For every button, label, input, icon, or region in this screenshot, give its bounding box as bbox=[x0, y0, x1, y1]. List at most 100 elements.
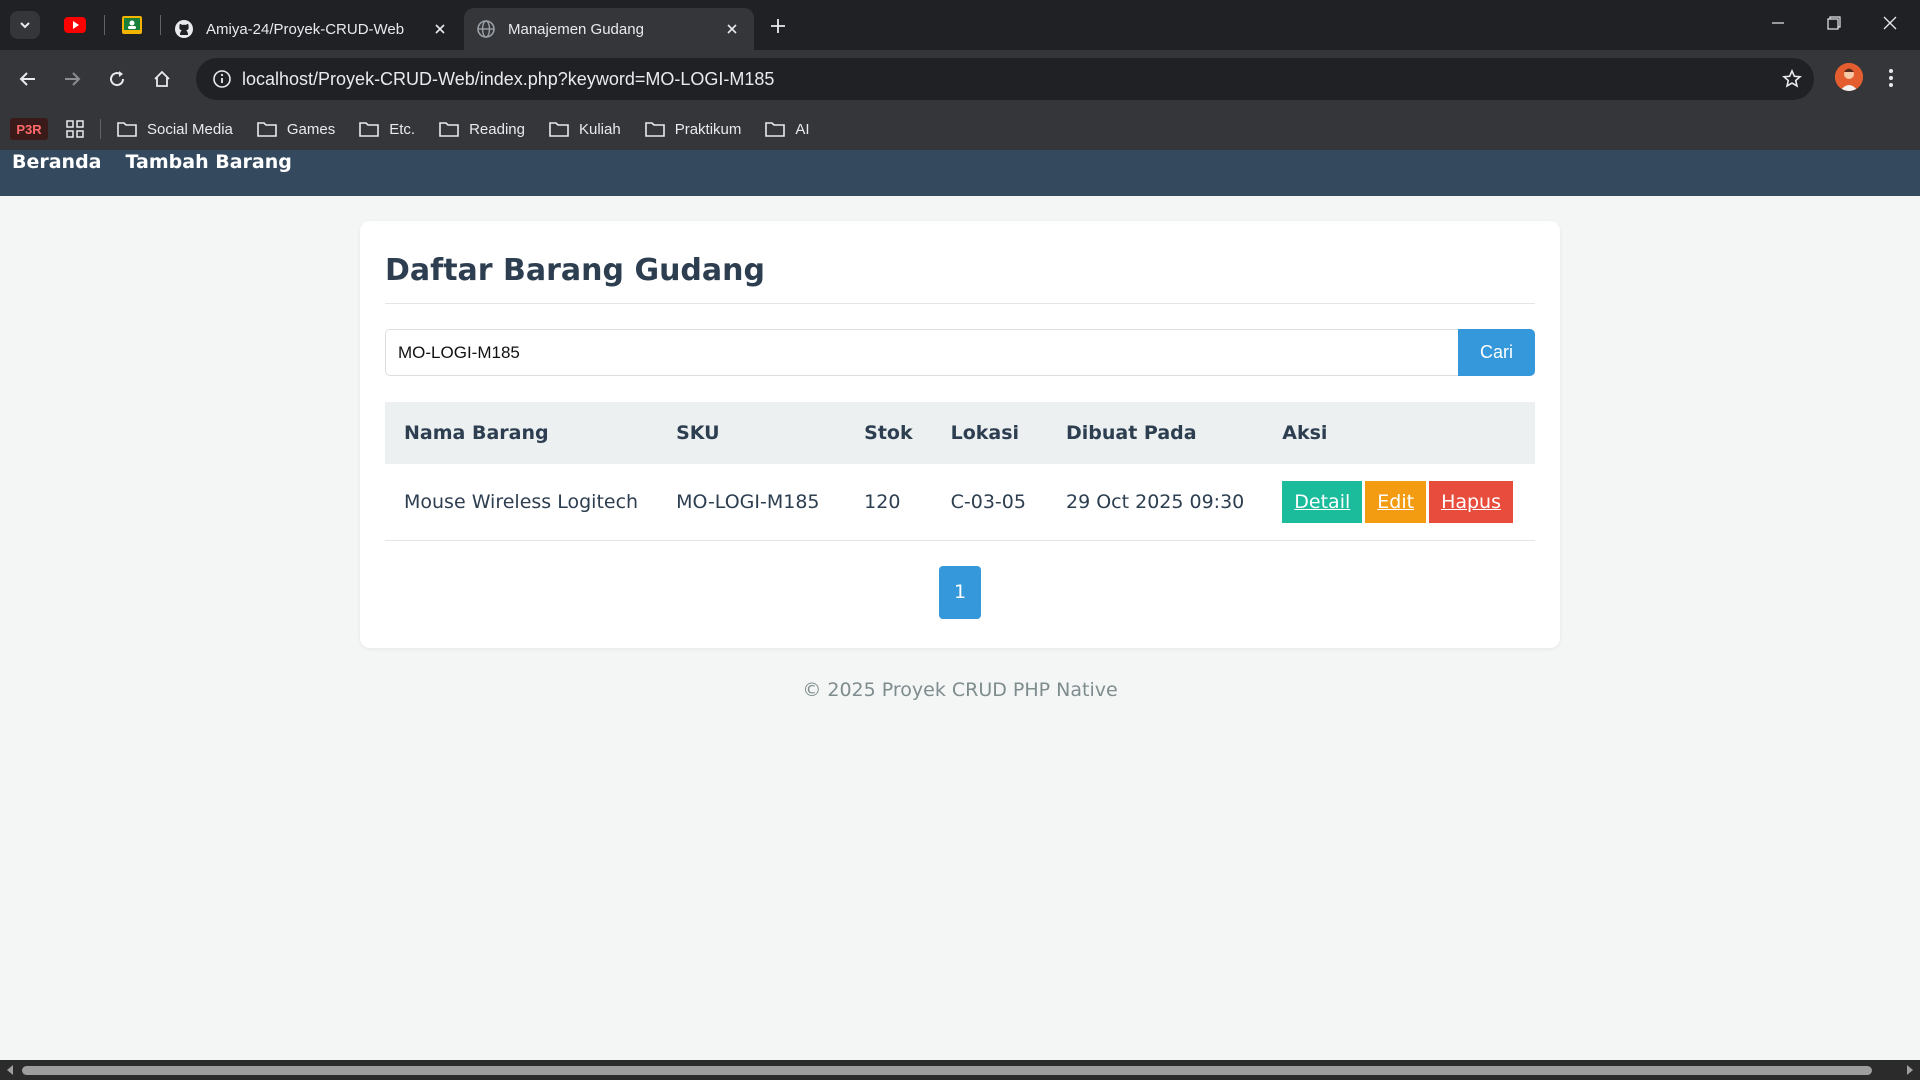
avatar-icon bbox=[1835, 63, 1863, 91]
folder-icon bbox=[439, 120, 459, 138]
minimize-button[interactable] bbox=[1750, 0, 1806, 46]
close-window-button[interactable] bbox=[1862, 0, 1918, 46]
back-button[interactable] bbox=[10, 62, 46, 96]
reload-button[interactable] bbox=[99, 62, 135, 96]
bookmark-separator bbox=[100, 119, 101, 139]
site-navbar: Beranda Tambah Barang bbox=[0, 150, 1920, 196]
bookmark-label: Social Media bbox=[147, 120, 233, 138]
globe-icon bbox=[476, 19, 496, 39]
address-bar[interactable]: localhost/Proyek-CRUD-Web/index.php?keyw… bbox=[196, 58, 1814, 100]
bookmark-label: Praktikum bbox=[674, 120, 742, 138]
bookmark-label: Kuliah bbox=[578, 120, 621, 138]
bookmark-folder-etc[interactable]: Etc. bbox=[359, 120, 415, 138]
arrow-left-icon bbox=[19, 72, 35, 86]
page-title: Daftar Barang Gudang bbox=[385, 245, 1535, 304]
column-header-stok: Stok bbox=[864, 422, 913, 444]
bookmarks-bar: P3R Social Media Games Etc. Reading Kuli… bbox=[0, 108, 1920, 150]
bookmark-folder-praktikum[interactable]: Praktikum bbox=[644, 120, 742, 138]
hapus-button[interactable]: Hapus bbox=[1429, 480, 1513, 523]
restore-icon bbox=[1827, 16, 1841, 30]
cell-nama-barang: Mouse Wireless Logitech bbox=[385, 464, 658, 541]
bookmark-label: Games bbox=[286, 120, 336, 138]
column-header-aksi: Aksi bbox=[1282, 422, 1328, 444]
reload-icon bbox=[110, 71, 125, 87]
folder-icon bbox=[549, 120, 569, 138]
tab-separator bbox=[104, 15, 105, 35]
new-tab-button[interactable] bbox=[764, 12, 792, 40]
cell-sku: MO-LOGI-M185 bbox=[657, 464, 846, 541]
folder-icon bbox=[359, 120, 380, 138]
bookmark-label: Etc. bbox=[389, 120, 416, 138]
bookmark-folder-games[interactable]: Games bbox=[257, 120, 335, 138]
close-icon[interactable] bbox=[430, 19, 450, 39]
site-info-icon[interactable] bbox=[202, 58, 242, 100]
cell-stok: 120 bbox=[845, 464, 932, 541]
bookmark-folder-kuliah[interactable]: Kuliah bbox=[549, 120, 621, 138]
plus-icon bbox=[771, 19, 785, 33]
nav-link-beranda[interactable]: Beranda bbox=[12, 150, 102, 174]
page-footer: © 2025 Proyek CRUD PHP Native bbox=[802, 679, 1118, 701]
pinned-tab-youtube[interactable] bbox=[62, 12, 88, 38]
horizontal-scrollbar[interactable] bbox=[0, 1060, 1920, 1080]
home-icon bbox=[154, 70, 170, 87]
github-icon bbox=[174, 19, 194, 39]
folder-icon bbox=[765, 120, 786, 138]
pinned-tab-classroom[interactable] bbox=[119, 12, 145, 38]
web-page: Beranda Tambah Barang Daftar Barang Guda… bbox=[0, 150, 1920, 1060]
youtube-icon bbox=[64, 17, 86, 33]
detail-button[interactable]: Detail bbox=[1282, 480, 1363, 523]
edit-button[interactable]: Edit bbox=[1365, 480, 1427, 523]
restore-button[interactable] bbox=[1806, 0, 1862, 46]
pagination: 1 bbox=[385, 565, 1535, 619]
items-table: Nama Barang SKU Stok Lokasi Dibuat Pada … bbox=[385, 402, 1535, 541]
browser-tab-bar: Amiya-24/Proyek-CRUD-Web Manajemen Gudan… bbox=[0, 0, 1920, 50]
tab-manajemen-gudang[interactable]: Manajemen Gudang bbox=[464, 8, 754, 50]
cell-aksi: Detail Edit Hapus bbox=[1263, 464, 1535, 541]
page-link-current[interactable]: 1 bbox=[939, 565, 981, 619]
table-row: Mouse Wireless Logitech MO-LOGI-M185 120… bbox=[385, 464, 1535, 541]
bookmark-folder-reading[interactable]: Reading bbox=[439, 120, 525, 138]
column-header-dibuat-pada: Dibuat Pada bbox=[1066, 422, 1197, 444]
classroom-icon bbox=[122, 16, 142, 34]
scrollbar-thumb[interactable] bbox=[22, 1066, 1872, 1075]
tab-search-button[interactable] bbox=[10, 11, 40, 39]
browser-toolbar: localhost/Proyek-CRUD-Web/index.php?keyw… bbox=[0, 50, 1920, 108]
column-header-lokasi: Lokasi bbox=[950, 422, 1020, 444]
column-header-sku: SKU bbox=[676, 422, 720, 444]
bookmark-star-icon[interactable] bbox=[1770, 58, 1814, 100]
bookmark-p3r[interactable]: P3R bbox=[10, 118, 48, 140]
forward-button[interactable] bbox=[54, 62, 90, 96]
bookmark-label: AI bbox=[795, 120, 810, 138]
scroll-right-icon[interactable] bbox=[1904, 1064, 1916, 1076]
cell-lokasi: C-03-05 bbox=[931, 464, 1047, 541]
cell-dibuat-pada: 29 Oct 2025 09:30 bbox=[1047, 464, 1264, 541]
bookmark-label: Reading bbox=[469, 120, 525, 138]
more-vertical-icon bbox=[1889, 69, 1893, 87]
home-button[interactable] bbox=[144, 62, 180, 96]
folder-icon bbox=[644, 120, 665, 138]
tab-title: Amiya-24/Proyek-CRUD-Web bbox=[206, 20, 405, 38]
scroll-left-icon[interactable] bbox=[4, 1064, 16, 1076]
bookmark-folder-social-media[interactable]: Social Media bbox=[117, 120, 233, 138]
folder-icon bbox=[257, 120, 277, 138]
minimize-icon bbox=[1772, 22, 1784, 24]
tab-github[interactable]: Amiya-24/Proyek-CRUD-Web bbox=[162, 8, 462, 50]
url-text[interactable]: localhost/Proyek-CRUD-Web/index.php?keyw… bbox=[242, 69, 1770, 90]
nav-link-tambah-barang[interactable]: Tambah Barang bbox=[126, 150, 292, 174]
apps-grid-icon[interactable] bbox=[64, 118, 86, 140]
folder-icon bbox=[117, 120, 137, 138]
browser-menu-button[interactable] bbox=[1876, 61, 1906, 95]
profile-avatar[interactable] bbox=[1835, 63, 1863, 91]
tab-separator bbox=[160, 15, 161, 35]
content-card: Daftar Barang Gudang Cari Nama Barang SK… bbox=[360, 221, 1560, 648]
close-icon[interactable] bbox=[722, 19, 742, 39]
table-header-row: Nama Barang SKU Stok Lokasi Dibuat Pada … bbox=[385, 402, 1535, 464]
search-form: Cari bbox=[385, 329, 1535, 376]
search-input[interactable] bbox=[385, 329, 1458, 376]
bookmark-folder-ai[interactable]: AI bbox=[765, 120, 810, 138]
chevron-down-icon bbox=[20, 22, 30, 29]
tab-title: Manajemen Gudang bbox=[508, 20, 644, 38]
search-button[interactable]: Cari bbox=[1458, 329, 1535, 376]
arrow-right-icon bbox=[65, 72, 81, 86]
column-header-nama-barang: Nama Barang bbox=[404, 422, 549, 444]
